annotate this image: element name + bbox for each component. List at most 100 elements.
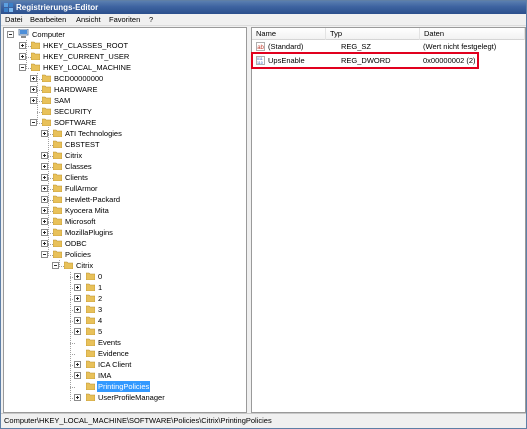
tree-node-policies-citrix[interactable]: Citrix — [4, 260, 204, 271]
folder-icon — [42, 74, 51, 82]
tree-label: Microsoft — [65, 217, 96, 226]
folder-icon — [86, 305, 95, 313]
expand-toggle[interactable] — [41, 130, 48, 137]
value-name: (Standard) — [268, 42, 304, 51]
tree-node-bcd00000000[interactable]: BCD00000000 — [4, 73, 204, 84]
folder-icon — [86, 338, 95, 346]
collapse-toggle[interactable] — [41, 251, 48, 258]
expand-toggle[interactable] — [41, 196, 48, 203]
tree-node-events[interactable]: Events — [4, 337, 204, 348]
expand-toggle[interactable] — [30, 75, 37, 82]
expand-toggle[interactable] — [41, 163, 48, 170]
folder-icon — [86, 294, 95, 302]
collapse-toggle[interactable] — [52, 262, 59, 269]
folder-icon — [86, 316, 95, 324]
tree-node-4[interactable]: 4 — [4, 315, 204, 326]
tree-label: ICA Client — [98, 360, 132, 369]
tree-label: Classes — [65, 162, 92, 171]
tree-node-3[interactable]: 3 — [4, 304, 204, 315]
folder-open-icon — [64, 261, 73, 269]
tree-node-citrix[interactable]: Citrix — [4, 150, 204, 161]
tree-node-fullarmor[interactable]: FullArmor — [4, 183, 204, 194]
tree-node-kyocera-mita[interactable]: Kyocera Mita — [4, 205, 204, 216]
expand-toggle[interactable] — [74, 328, 81, 335]
expand-toggle[interactable] — [41, 229, 48, 236]
tree-node-evidence[interactable]: Evidence — [4, 348, 204, 359]
folder-icon — [53, 184, 62, 192]
tree-node-classes[interactable]: Classes — [4, 161, 204, 172]
tree-node-security[interactable]: SECURITY — [4, 106, 204, 117]
tree-label: Citrix — [76, 261, 94, 270]
expand-toggle[interactable] — [41, 152, 48, 159]
tree-node-hardware[interactable]: HARDWARE — [4, 84, 204, 95]
expand-toggle[interactable] — [74, 317, 81, 324]
tree-node-ima[interactable]: IMA — [4, 370, 204, 381]
tree-label: Policies — [65, 250, 91, 259]
tree-node-odbc[interactable]: ODBC — [4, 238, 204, 249]
expand-toggle[interactable] — [41, 240, 48, 247]
menu-favoriten[interactable]: Favoriten — [109, 15, 140, 25]
tree-node-ica-client[interactable]: ICA Client — [4, 359, 204, 370]
values-list-pane[interactable]: Name Typ Daten ab (Standard) REG_SZ (Wer… — [251, 27, 526, 413]
tree-node-5[interactable]: 5 — [4, 326, 204, 337]
registry-editor-icon — [4, 3, 13, 12]
collapse-toggle[interactable] — [19, 64, 26, 71]
menu-ansicht[interactable]: Ansicht — [76, 15, 101, 25]
expand-toggle[interactable] — [41, 207, 48, 214]
tree-node-sam[interactable]: SAM — [4, 95, 204, 106]
tree-node-1[interactable]: 1 — [4, 282, 204, 293]
tree-node-userprofilemanager[interactable]: UserProfileManager — [4, 392, 204, 403]
tree-node-cbstest[interactable]: CBSTEST — [4, 139, 204, 150]
folder-icon — [53, 129, 62, 137]
menu-datei[interactable]: Datei — [5, 15, 23, 25]
expand-toggle[interactable] — [74, 273, 81, 280]
tree-node-mozillaplugins[interactable]: MozillaPlugins — [4, 227, 204, 238]
tree-node-software[interactable]: SOFTWARE — [4, 117, 204, 128]
collapse-toggle[interactable] — [7, 31, 14, 38]
expand-toggle[interactable] — [41, 218, 48, 225]
column-header-type[interactable]: Typ — [326, 28, 420, 40]
title-bar[interactable]: Registrierungs-Editor — [1, 1, 526, 14]
expand-toggle[interactable] — [74, 372, 81, 379]
expand-toggle[interactable] — [19, 42, 26, 49]
column-header-name[interactable]: Name — [252, 28, 326, 40]
tree-node-0[interactable]: 0 — [4, 271, 204, 282]
expand-toggle[interactable] — [74, 306, 81, 313]
expand-toggle[interactable] — [30, 97, 37, 104]
tree-node-computer[interactable]: Computer — [4, 29, 204, 40]
tree-label: HARDWARE — [54, 85, 98, 94]
tree-node-policies[interactable]: Policies — [4, 249, 204, 260]
menu-bar: Datei Bearbeiten Ansicht Favoriten ? — [1, 14, 526, 26]
list-row[interactable]: ab (Standard) REG_SZ (Wert nicht festgel… — [252, 41, 525, 52]
tree-node-hewlett-packard[interactable]: Hewlett-Packard — [4, 194, 204, 205]
key-tree-pane[interactable]: Computer HKEY_CLASSES_ROOT HKEY_CURRENT_… — [3, 27, 247, 413]
menu-help[interactable]: ? — [149, 15, 153, 25]
folder-icon — [53, 140, 62, 148]
tree-node-microsoft[interactable]: Microsoft — [4, 216, 204, 227]
column-header-data[interactable]: Daten — [420, 28, 525, 40]
expand-toggle[interactable] — [41, 174, 48, 181]
expand-toggle[interactable] — [30, 86, 37, 93]
svg-text:ab: ab — [257, 45, 264, 51]
folder-icon — [86, 283, 95, 291]
tree-node-hkey-classes-root[interactable]: HKEY_CLASSES_ROOT — [4, 40, 204, 51]
expand-toggle[interactable] — [74, 295, 81, 302]
expand-toggle[interactable] — [19, 53, 26, 60]
tree-node-printingpolicies[interactable]: PrintingPolicies — [4, 381, 204, 392]
expand-toggle[interactable] — [74, 394, 81, 401]
expand-toggle[interactable] — [74, 361, 81, 368]
tree-node-hkey-local-machine[interactable]: HKEY_LOCAL_MACHINE — [4, 62, 204, 73]
collapse-toggle[interactable] — [30, 119, 37, 126]
tree-node-hkey-current-user[interactable]: HKEY_CURRENT_USER — [4, 51, 204, 62]
tree-label: MozillaPlugins — [65, 228, 113, 237]
tree-node-clients[interactable]: Clients — [4, 172, 204, 183]
tree-node-2[interactable]: 2 — [4, 293, 204, 304]
folder-icon — [86, 371, 95, 379]
expand-toggle[interactable] — [41, 185, 48, 192]
svg-text:110: 110 — [257, 61, 263, 65]
expand-toggle[interactable] — [74, 284, 81, 291]
menu-bearbeiten[interactable]: Bearbeiten — [30, 15, 66, 25]
tree-node-ati-technologies[interactable]: ATI Technologies — [4, 128, 204, 139]
list-row[interactable]: 011 110 UpsEnable REG_DWORD 0x00000002 (… — [252, 55, 525, 66]
folder-icon — [53, 173, 62, 181]
